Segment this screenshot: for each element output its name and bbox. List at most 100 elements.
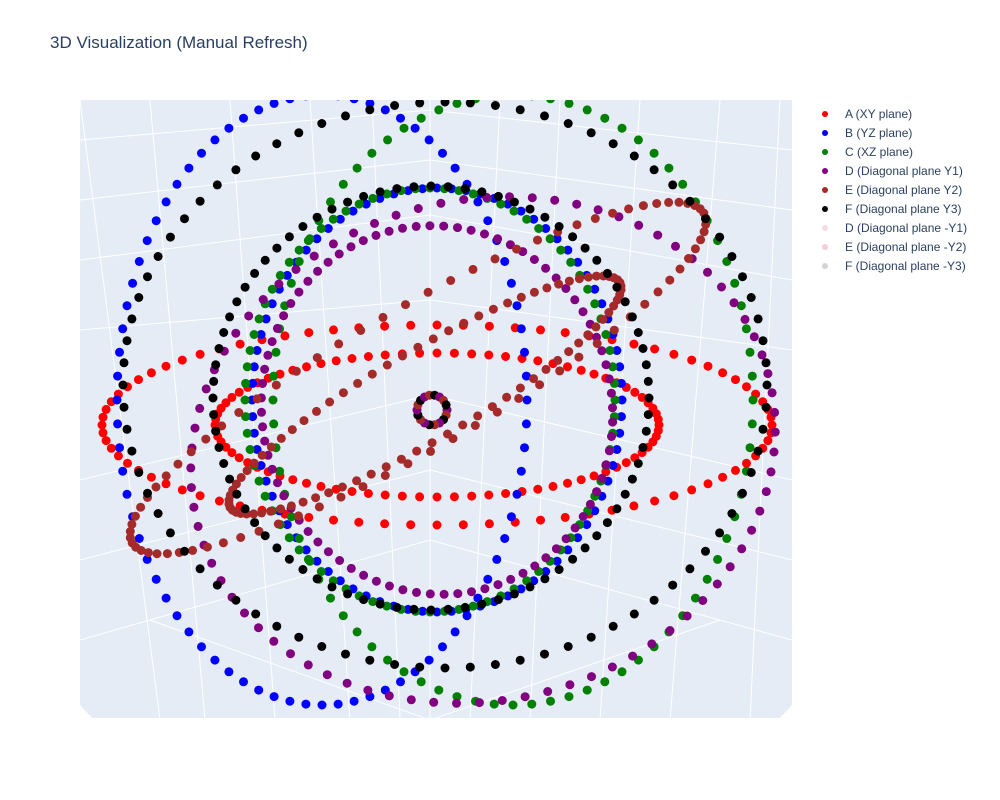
data-point[interactable] [396,454,406,464]
data-point[interactable] [580,243,590,253]
data-point[interactable] [415,492,425,502]
data-point[interactable] [416,113,426,123]
data-point[interactable] [556,245,566,255]
data-point[interactable] [134,293,144,302]
data-point[interactable] [742,382,751,392]
data-point[interactable] [314,502,324,512]
data-point[interactable] [441,400,451,410]
data-point[interactable] [424,655,434,665]
data-point[interactable] [153,252,163,261]
data-point[interactable] [115,443,124,453]
data-point[interactable] [474,698,484,708]
data-point[interactable] [285,94,295,104]
data-point[interactable] [586,128,596,138]
data-point[interactable] [638,443,648,452]
data-point[interactable] [649,148,659,158]
data-point[interactable] [413,204,423,213]
data-point[interactable] [578,512,588,521]
data-point[interactable] [97,420,107,430]
data-point[interactable] [239,677,248,687]
data-point[interactable] [753,446,763,456]
data-point[interactable] [304,512,314,522]
data-point[interactable] [399,667,409,677]
data-point[interactable] [302,362,311,372]
data-point[interactable] [232,297,242,307]
data-point[interactable] [647,639,657,649]
data-point[interactable] [541,553,551,563]
data-point[interactable] [398,223,407,233]
data-point[interactable] [260,364,270,374]
data-point[interactable] [488,304,498,314]
data-point[interactable] [650,344,660,354]
data-point[interactable] [165,232,175,242]
data-point[interactable] [574,338,584,348]
data-point[interactable] [560,512,570,522]
data-point[interactable] [299,416,309,426]
data-point[interactable] [468,601,478,611]
data-point[interactable] [359,570,369,580]
data-point[interactable] [323,257,333,267]
data-point[interactable] [134,468,144,477]
data-point[interactable] [452,698,461,708]
data-point[interactable] [335,556,345,565]
data-point[interactable] [172,611,182,621]
data-point[interactable] [470,421,480,430]
data-point[interactable] [98,428,108,438]
data-point[interactable] [165,528,175,538]
data-point[interactable] [119,402,129,412]
data-point[interactable] [682,611,692,621]
data-point[interactable] [294,632,304,642]
data-point[interactable] [294,534,304,543]
data-point[interactable] [727,252,737,261]
data-point[interactable] [468,264,478,274]
data-point[interactable] [527,193,537,203]
data-point[interactable] [746,468,756,477]
data-point[interactable] [450,627,460,637]
data-point[interactable] [336,492,346,502]
data-point[interactable] [316,481,326,491]
data-point[interactable] [608,621,618,631]
data-point[interactable] [286,278,296,288]
data-point[interactable] [272,139,282,149]
data-point[interactable] [731,465,740,475]
data-point[interactable] [254,314,264,324]
data-point[interactable] [589,369,599,379]
data-point[interactable] [687,485,697,495]
data-point[interactable] [249,458,259,468]
data-point[interactable] [492,554,502,564]
data-point[interactable] [527,91,537,101]
data-point[interactable] [493,580,503,590]
data-point[interactable] [582,685,592,695]
data-point[interactable] [757,350,767,360]
legend-item[interactable]: B (YZ plane) [812,123,998,142]
data-point[interactable] [597,473,607,483]
data-point[interactable] [633,135,643,145]
data-point[interactable] [186,447,196,457]
data-point[interactable] [509,589,519,599]
data-point[interactable] [465,662,475,672]
data-point[interactable] [209,410,219,420]
data-point[interactable] [127,519,137,529]
data-point[interactable] [153,509,163,518]
data-point[interactable] [390,660,400,669]
data-point[interactable] [506,574,516,584]
data-point[interactable] [540,574,550,584]
data-point[interactable] [563,642,573,651]
data-point[interactable] [627,312,637,322]
data-point[interactable] [758,424,768,434]
data-point[interactable] [533,356,543,366]
data-point[interactable] [209,376,219,386]
data-point[interactable] [189,502,199,512]
data-point[interactable] [272,543,282,553]
data-point[interactable] [593,205,603,215]
data-point[interactable] [592,487,602,497]
data-point[interactable] [323,547,333,557]
data-point[interactable] [763,436,773,446]
data-point[interactable] [630,387,640,397]
data-point[interactable] [240,282,250,292]
data-point[interactable] [273,519,283,529]
data-point[interactable] [409,182,419,192]
data-point[interactable] [500,534,510,543]
data-point[interactable] [699,227,709,237]
data-point[interactable] [665,626,675,635]
